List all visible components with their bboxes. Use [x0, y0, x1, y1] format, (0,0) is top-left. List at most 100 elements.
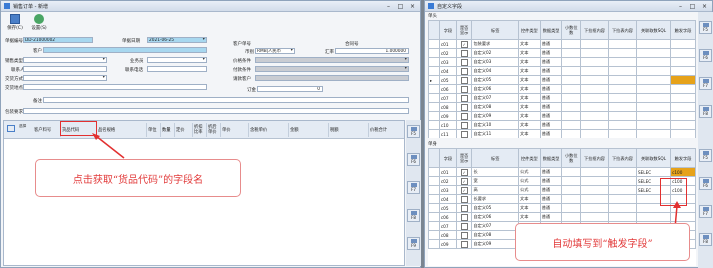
customer-field[interactable]	[43, 47, 207, 53]
droptable-cell[interactable]	[608, 203, 637, 213]
column-header[interactable]: 字段	[438, 20, 457, 40]
label-cell[interactable]: 自定义06	[471, 84, 519, 94]
label-cell[interactable]: 自定义09	[471, 239, 519, 249]
table-row[interactable]: c04 自定义04 文本 普通	[428, 66, 696, 76]
decimals-cell[interactable]	[561, 167, 582, 177]
table-row[interactable]: c10 自定义10 文本 普通	[428, 120, 696, 130]
sql-cell[interactable]	[635, 212, 672, 222]
dtype-cell[interactable]: 普通	[539, 120, 563, 130]
show-checkbox[interactable]	[460, 76, 468, 84]
dtype-cell[interactable]: 普通	[539, 57, 563, 67]
show-checkbox[interactable]	[460, 85, 468, 93]
decimals-cell[interactable]	[561, 93, 582, 103]
dropdown-cell[interactable]	[580, 120, 609, 130]
ctrl-cell[interactable]: 文本	[518, 93, 541, 103]
show-checkbox[interactable]	[460, 94, 468, 102]
dtype-cell[interactable]: 普通	[539, 66, 563, 76]
column-header[interactable]: 是否显示	[455, 20, 473, 40]
column-header[interactable]: 关联取数SQL	[635, 20, 672, 40]
label-cell[interactable]: 自定义05	[471, 203, 519, 213]
trigger-field-cell[interactable]	[670, 39, 696, 49]
decimals-cell[interactable]	[561, 194, 582, 204]
table-row[interactable]: c03 自定义03 文本 普通	[428, 57, 696, 67]
column-header[interactable]: 控件类型	[518, 148, 541, 168]
decimals-cell[interactable]	[561, 212, 582, 222]
save-button[interactable]: 保存(C)	[5, 13, 25, 35]
show-checkbox-cell[interactable]	[455, 194, 473, 204]
header-f8-button[interactable]: F8	[699, 105, 712, 118]
dropdown-cell[interactable]	[580, 57, 609, 67]
dropdown-cell[interactable]	[580, 102, 609, 112]
dropdown-cell[interactable]	[580, 203, 609, 213]
close-icon[interactable]: ×	[408, 3, 417, 10]
label-cell[interactable]: 长	[471, 167, 519, 177]
label-cell[interactable]: 自定义07	[471, 93, 519, 103]
dropdown-cell[interactable]	[580, 185, 609, 195]
show-checkbox[interactable]	[460, 222, 468, 230]
sql-cell[interactable]: SELEC	[635, 167, 672, 177]
label-cell[interactable]: 自定义02	[471, 48, 519, 58]
show-checkbox-cell[interactable]	[455, 48, 473, 58]
trigger-field-cell[interactable]	[670, 66, 696, 76]
droptable-cell[interactable]	[608, 39, 637, 49]
trigger-field-cell[interactable]	[670, 93, 696, 103]
column-header[interactable]: 触发字段	[670, 148, 696, 168]
header-f5-button[interactable]: F5	[699, 21, 712, 34]
show-checkbox[interactable]	[460, 121, 468, 129]
minimize-icon[interactable]: –	[676, 3, 685, 10]
grid-select-all[interactable]: 选择	[19, 124, 27, 136]
droptable-cell[interactable]	[608, 84, 637, 94]
dtype-cell[interactable]: 普通	[539, 176, 563, 186]
column-header[interactable]: 字段	[438, 148, 457, 168]
dropdown-cell[interactable]	[580, 39, 609, 49]
show-checkbox[interactable]	[460, 240, 468, 248]
dtype-cell[interactable]: 普通	[539, 203, 563, 213]
dtype-cell[interactable]: 普通	[539, 111, 563, 121]
show-checkbox[interactable]: ✓	[460, 168, 468, 176]
salesman-select[interactable]	[147, 57, 207, 63]
table-row[interactable]: ▸ c05 自定义05 文本 普通	[428, 75, 696, 85]
sql-cell[interactable]	[635, 102, 672, 112]
dtype-cell[interactable]: 普通	[539, 194, 563, 204]
ctrl-cell[interactable]: 文本	[518, 57, 541, 67]
ctrl-cell[interactable]: 文本	[518, 129, 541, 138]
close-icon[interactable]: ×	[700, 3, 709, 10]
dropdown-cell[interactable]	[580, 111, 609, 121]
decimals-cell[interactable]	[561, 39, 582, 49]
dropdown-cell[interactable]	[580, 212, 609, 222]
dropdown-cell[interactable]	[580, 48, 609, 58]
settings-button[interactable]: 设置(S)	[29, 13, 49, 35]
sql-cell[interactable]	[635, 57, 672, 67]
ctrl-cell[interactable]: 文本	[518, 75, 541, 85]
label-cell[interactable]: 自定义11	[471, 129, 519, 138]
delivery-method-select[interactable]	[23, 75, 107, 81]
delivery-place-field[interactable]	[23, 84, 207, 90]
ctrl-cell[interactable]: 文本	[518, 111, 541, 121]
dtype-cell[interactable]: 普通	[539, 39, 563, 49]
label-cell[interactable]: 包装要求	[471, 39, 519, 49]
droptable-cell[interactable]	[608, 66, 637, 76]
show-checkbox[interactable]	[460, 213, 468, 221]
decimals-cell[interactable]	[561, 111, 582, 121]
ctrl-cell[interactable]: 公式	[518, 176, 541, 186]
droptable-cell[interactable]	[608, 120, 637, 130]
label-cell[interactable]: 自定义08	[471, 102, 519, 112]
decimals-cell[interactable]	[561, 84, 582, 94]
droptable-cell[interactable]	[608, 48, 637, 58]
table-row[interactable]: c01 ✓ 长公式 普通 SELEC c100	[428, 167, 696, 177]
show-checkbox-cell[interactable]	[455, 212, 473, 222]
payment-terms-select[interactable]	[255, 66, 409, 72]
sales-type-select[interactable]	[23, 57, 107, 63]
dtype-cell[interactable]: 普通	[539, 84, 563, 94]
label-cell[interactable]: 自定义10	[471, 120, 519, 130]
show-checkbox[interactable]: ✓	[460, 177, 468, 185]
request-customer-field[interactable]	[255, 75, 409, 81]
ctrl-cell[interactable]: 文本	[518, 102, 541, 112]
show-checkbox[interactable]	[460, 112, 468, 120]
decimals-cell[interactable]	[561, 66, 582, 76]
trigger-field-cell[interactable]	[670, 57, 696, 67]
minimize-icon[interactable]: –	[384, 3, 393, 10]
decimals-cell[interactable]	[561, 203, 582, 213]
column-header[interactable]: 数据类型	[539, 20, 563, 40]
droptable-cell[interactable]	[608, 212, 637, 222]
